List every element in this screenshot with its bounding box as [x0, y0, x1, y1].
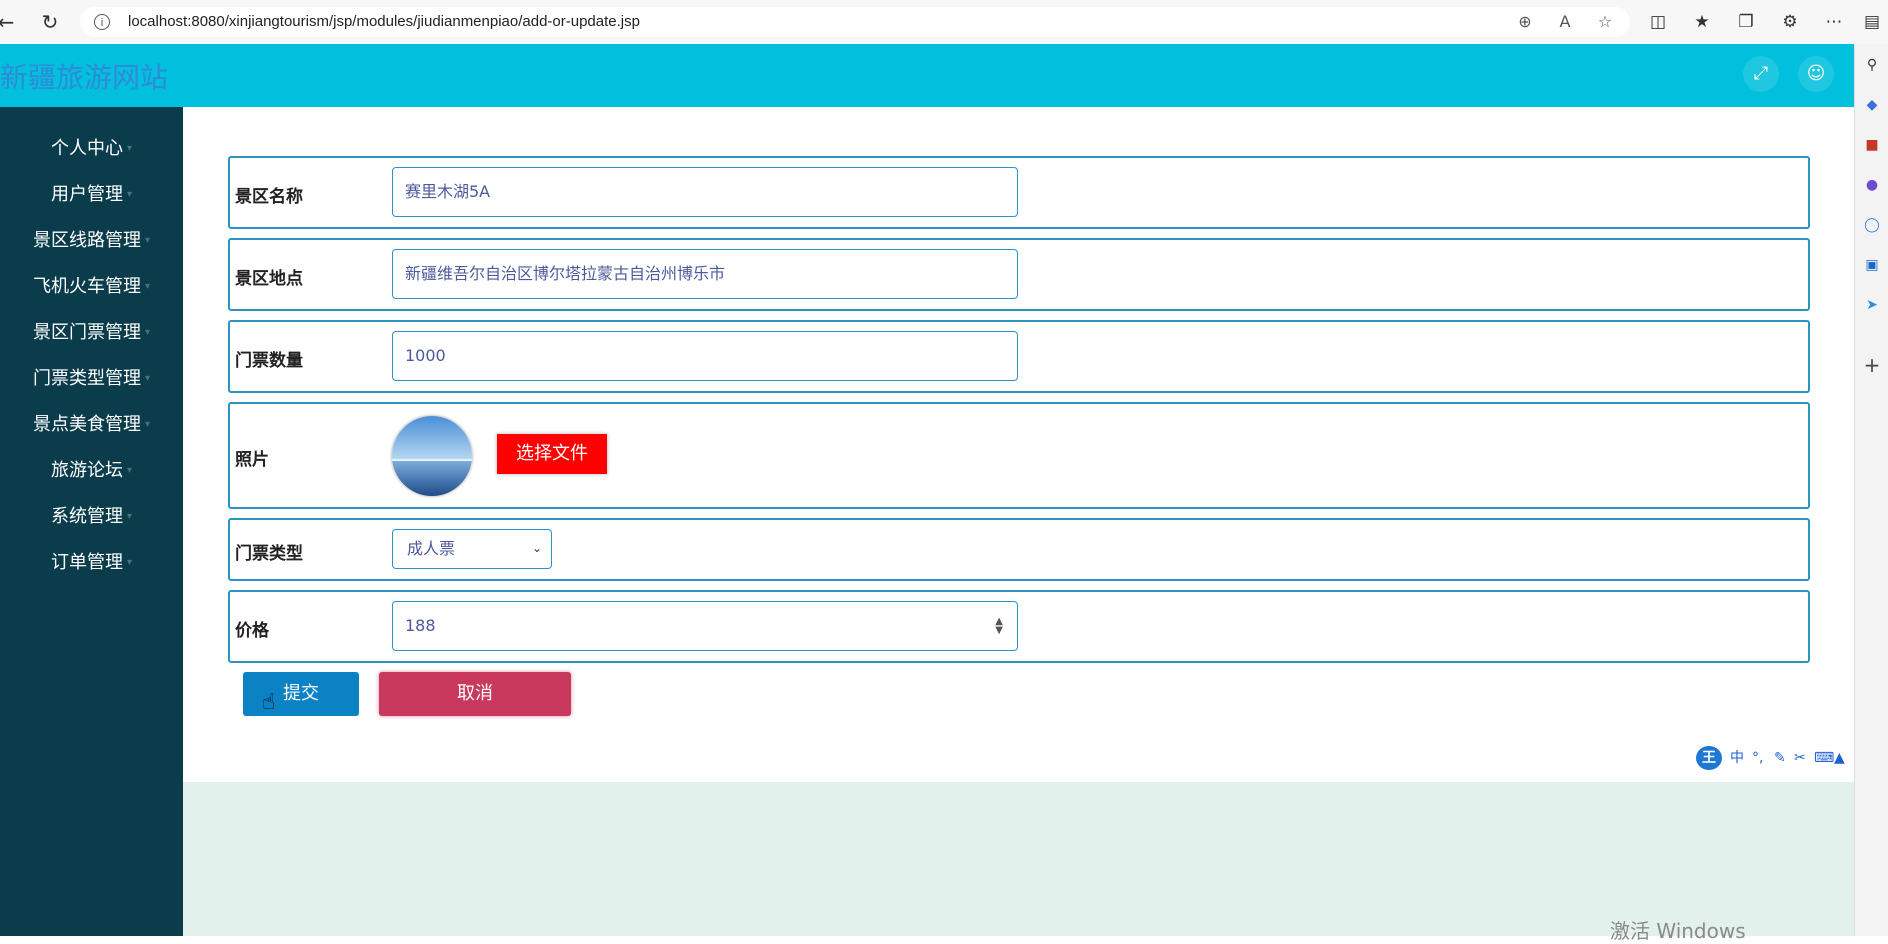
- ime-logo[interactable]: 王: [1696, 746, 1722, 770]
- hand-cursor-icon: ☝: [262, 690, 276, 715]
- price-value: 188: [405, 616, 436, 635]
- extensions-icon[interactable]: ⚙: [1778, 10, 1802, 34]
- form-row-price: 价格 188 ▲ ▼: [228, 590, 1810, 663]
- favorite-star-icon[interactable]: ☆: [1594, 11, 1616, 33]
- caret-down-icon: ▾: [144, 235, 151, 246]
- field-label: 景区地点: [235, 269, 303, 289]
- send-icon[interactable]: ➤: [1863, 296, 1881, 314]
- scenic-location-input[interactable]: 新疆维吾尔自治区博尔塔拉蒙古自治州博乐市: [392, 249, 1018, 299]
- ticket-quantity-input[interactable]: 1000: [392, 331, 1018, 381]
- browser-sidebar: ⚲ ◆ ■ ● ◯ ▣ ➤ +: [1854, 44, 1888, 936]
- pen-icon[interactable]: ✎: [1774, 749, 1786, 767]
- sidebar: 个人中心 ▾ 用户管理 ▾ 景区线路管理 ▾ 飞机火车管理 ▾ 景区门票管理 ▾ 门票类型…: [0, 107, 183, 936]
- address-bar[interactable]: i localhost:8080/xinjiangtourism/jsp/mod…: [80, 7, 1630, 37]
- sidebar-item-label: 门票类型管理: [32, 368, 141, 389]
- chevron-down-icon: ⌄: [531, 541, 542, 555]
- sidebar-item-orders[interactable]: 订单管理 ▾: [0, 540, 183, 586]
- app-header: 新疆旅游网站 ⤢ ☺: [0, 44, 1854, 107]
- content-footer-area: [183, 782, 1854, 936]
- skin-icon[interactable]: ▲: [1834, 749, 1845, 767]
- caret-down-icon: ▾: [126, 557, 133, 568]
- caret-down-icon: ▾: [144, 373, 151, 384]
- field-label: 门票类型: [235, 544, 303, 564]
- sidebar-item-label: 系统管理: [50, 506, 123, 527]
- caret-down-icon: ▾: [144, 281, 151, 292]
- browser-toolbar: ← ↻ i localhost:8080/xinjiangtourism/jsp…: [0, 0, 1888, 45]
- ime-mode[interactable]: 中: [1730, 749, 1744, 767]
- caret-down-icon: ▾: [144, 327, 151, 338]
- site-info-icon[interactable]: i: [94, 14, 110, 30]
- user-icon[interactable]: ☺: [1798, 56, 1834, 92]
- field-label: 价格: [235, 621, 269, 641]
- read-aloud-icon[interactable]: A: [1554, 11, 1576, 33]
- m365-icon[interactable]: ◯: [1863, 216, 1881, 234]
- select-value: 成人票: [407, 539, 456, 558]
- form-row-type: 门票类型 成人票 ⌄: [228, 518, 1810, 581]
- ime-toolbar: 王 中 °, ✎ ✂ ⌨ ▲: [1690, 743, 1854, 773]
- field-label: 照片: [235, 450, 269, 470]
- scenic-name-input[interactable]: 赛里木湖5A: [392, 167, 1018, 217]
- sidebar-item-label: 旅游论坛: [50, 460, 123, 481]
- sidebar-item-personal-center[interactable]: 个人中心 ▾: [0, 126, 183, 172]
- main-content: 景区名称 赛里木湖5A 景区地点 新疆维吾尔自治区博尔塔拉蒙古自治州博乐市 门票…: [183, 107, 1854, 782]
- form-row-name: 景区名称 赛里木湖5A: [228, 156, 1810, 229]
- keyboard-icon[interactable]: ⌨: [1814, 749, 1834, 767]
- sidebar-item-users[interactable]: 用户管理 ▾: [0, 172, 183, 218]
- sidebar-toggle-icon[interactable]: ▤: [1860, 10, 1884, 34]
- search-icon[interactable]: ⚲: [1863, 56, 1881, 74]
- number-spinner-icon[interactable]: ▲ ▼: [995, 617, 1003, 636]
- sidebar-item-label: 用户管理: [50, 184, 123, 205]
- address-url: localhost:8080/xinjiangtourism/jsp/modul…: [128, 13, 640, 30]
- caret-down-icon: ▾: [126, 465, 133, 476]
- field-label: 景区名称: [235, 187, 303, 207]
- sidebar-item-label: 个人中心: [50, 138, 123, 159]
- tools-icon[interactable]: ■: [1863, 136, 1881, 154]
- submit-button[interactable]: 提交: [243, 672, 359, 716]
- back-icon[interactable]: ←: [0, 10, 18, 34]
- sidebar-item-label: 景点美食管理: [32, 414, 141, 435]
- caret-down-icon: ▾: [126, 511, 133, 522]
- people-icon[interactable]: ●: [1863, 176, 1881, 194]
- sidebar-item-label: 景区线路管理: [32, 230, 141, 251]
- punctuation-icon[interactable]: °,: [1752, 749, 1763, 767]
- collections-icon[interactable]: ❐: [1734, 10, 1758, 34]
- sidebar-item-label: 订单管理: [50, 552, 123, 573]
- sidebar-item-routes[interactable]: 景区线路管理 ▾: [0, 218, 183, 264]
- sidebar-item-tickets[interactable]: 景区门票管理 ▾: [0, 310, 183, 356]
- scissors-icon[interactable]: ✂: [1794, 749, 1806, 767]
- add-icon[interactable]: +: [1863, 355, 1881, 375]
- price-input[interactable]: 188 ▲ ▼: [392, 601, 1018, 651]
- caret-down-icon: ▾: [126, 143, 133, 154]
- sidebar-item-label: 景区门票管理: [32, 322, 141, 343]
- favorites-icon[interactable]: ★: [1690, 10, 1714, 34]
- caret-down-icon: ▾: [126, 189, 133, 200]
- sidebar-item-ticket-types[interactable]: 门票类型管理 ▾: [0, 356, 183, 402]
- sidebar-item-system[interactable]: 系统管理 ▾: [0, 494, 183, 540]
- form-row-location: 景区地点 新疆维吾尔自治区博尔塔拉蒙古自治州博乐市: [228, 238, 1810, 311]
- cancel-button[interactable]: 取消: [379, 672, 571, 716]
- sidebar-item-label: 飞机火车管理: [32, 276, 141, 297]
- sidebar-item-transport[interactable]: 飞机火车管理 ▾: [0, 264, 183, 310]
- site-title: 新疆旅游网站: [0, 61, 169, 94]
- ticket-type-select[interactable]: 成人票 ⌄: [392, 529, 552, 569]
- sidebar-item-forum[interactable]: 旅游论坛 ▾: [0, 448, 183, 494]
- zoom-icon[interactable]: ⊕: [1514, 11, 1536, 33]
- shopping-icon[interactable]: ◆: [1863, 96, 1881, 114]
- outlook-icon[interactable]: ▣: [1863, 256, 1881, 274]
- form-row-quantity: 门票数量 1000: [228, 320, 1810, 393]
- sidebar-item-food[interactable]: 景点美食管理 ▾: [0, 402, 183, 448]
- more-menu-icon[interactable]: ⋯: [1822, 10, 1846, 34]
- fullscreen-icon[interactable]: ⤢: [1743, 56, 1779, 92]
- caret-down-icon: ▾: [144, 419, 151, 430]
- form-row-photo: 照片 选择文件: [228, 402, 1810, 509]
- refresh-icon[interactable]: ↻: [38, 10, 62, 34]
- photo-thumbnail: [392, 416, 472, 496]
- windows-activation-watermark: 激活 Windows: [1610, 919, 1746, 943]
- field-label: 门票数量: [235, 351, 303, 371]
- choose-file-button[interactable]: 选择文件: [497, 434, 607, 474]
- split-screen-icon[interactable]: ◫: [1646, 10, 1670, 34]
